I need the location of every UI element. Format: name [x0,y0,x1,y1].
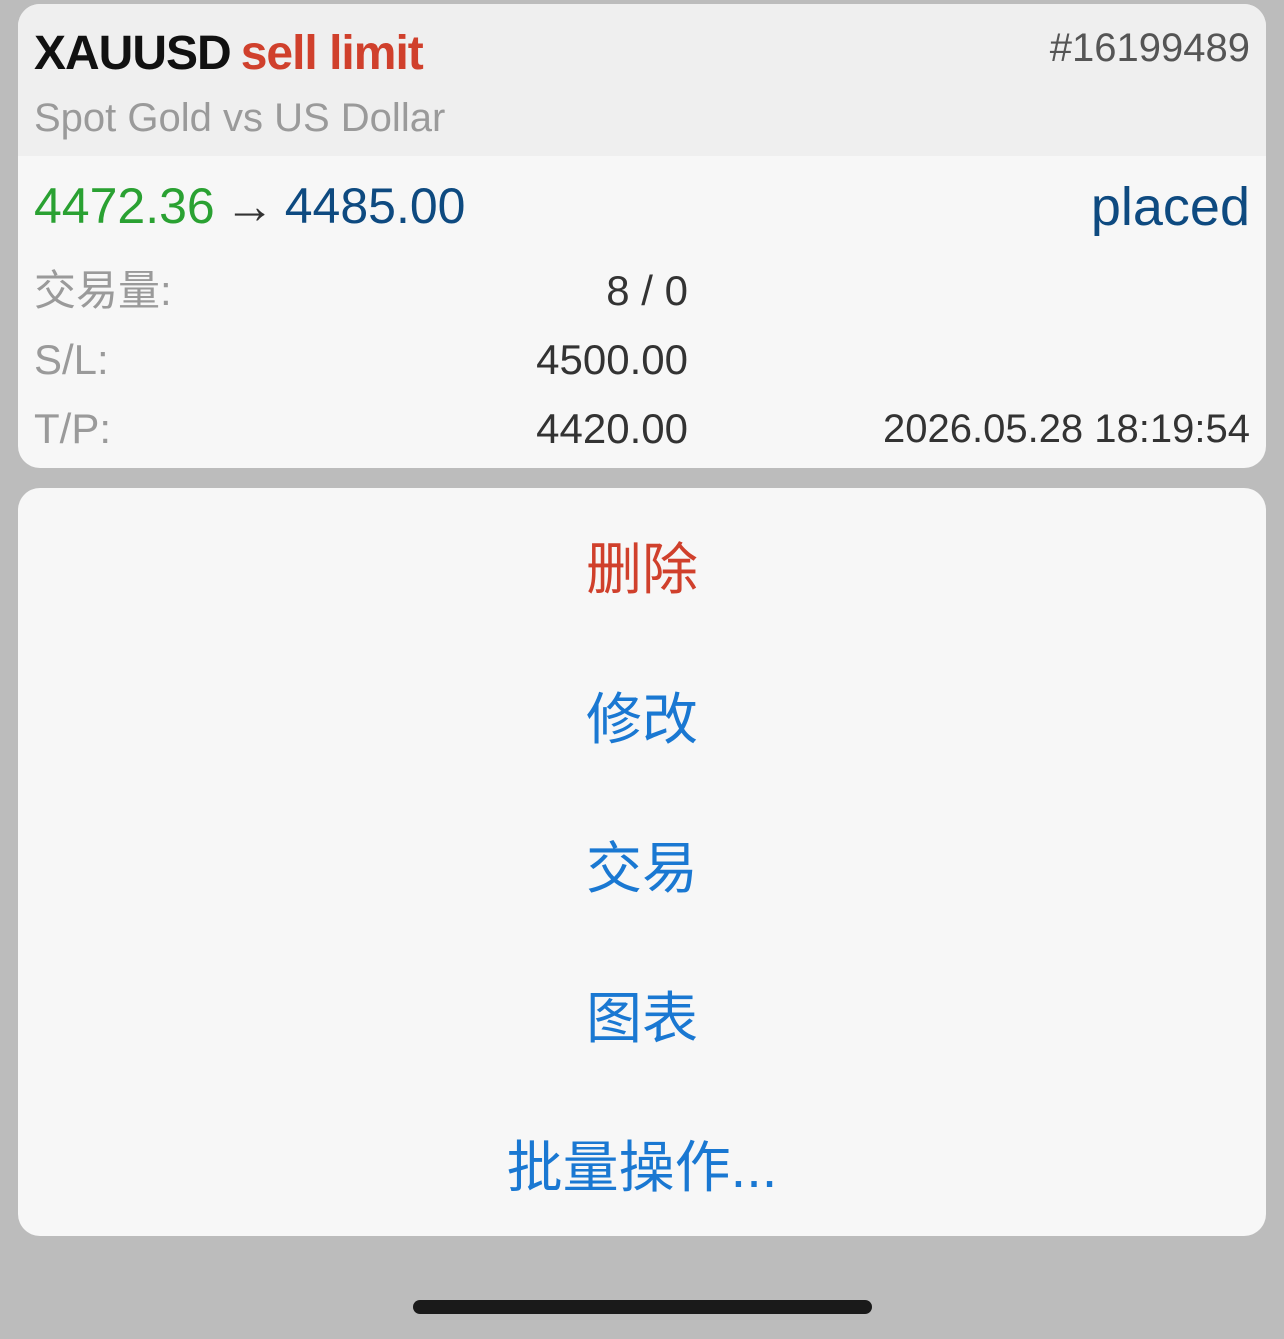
order-card[interactable]: XAUUSD sell limit #16199489 Spot Gold vs … [18,4,1266,468]
order-time: 2026.05.28 18:19:54 [882,407,1250,451]
take-profit-label: T/P: [34,405,112,452]
target-price: 4485.00 [284,178,466,234]
volume-label: 交易量: [34,267,172,314]
home-indicator[interactable] [413,1300,872,1314]
open-price: 4472.36 [34,178,215,234]
take-profit-value: 4420.00 [536,405,688,452]
action-sheet: 删除 修改 交易 图表 批量操作... [18,488,1266,1236]
delete-button[interactable]: 删除 [18,490,1266,640]
symbol-description: Spot Gold vs US Dollar [34,96,446,140]
order-type: sell limit [240,27,424,80]
price-line: 4472.36 → 4485.00 [34,176,466,236]
arrow-icon: → [224,178,275,234]
chart-button[interactable]: 图表 [18,939,1266,1089]
ticket-number: #16199489 [1049,26,1250,70]
symbol-line: XAUUSD sell limit [34,26,424,82]
stop-loss-label: S/L: [34,336,109,383]
bulk-operations-button[interactable]: 批量操作... [18,1088,1266,1236]
order-status: placed [1090,177,1250,237]
trade-button[interactable]: 交易 [18,789,1266,939]
stop-loss-value: 4500.00 [536,336,688,383]
volume-value: 8 / 0 [606,267,688,314]
symbol: XAUUSD [34,27,232,80]
modify-button[interactable]: 修改 [18,640,1266,790]
order-header: XAUUSD sell limit #16199489 Spot Gold vs … [18,4,1266,156]
